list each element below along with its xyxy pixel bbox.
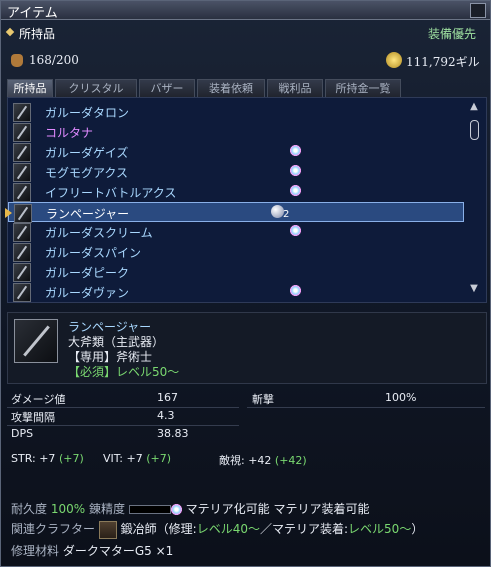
item-name: ガルーダスパイン bbox=[45, 246, 142, 260]
list-item[interactable]: ガルーダスパイン bbox=[8, 242, 464, 262]
detail-requirement: 【必須】レベル50～ bbox=[68, 365, 180, 379]
cursor-pointer-icon bbox=[5, 208, 12, 218]
divider bbox=[247, 407, 485, 408]
close-button[interactable] bbox=[470, 3, 486, 18]
materia-icon bbox=[290, 185, 301, 196]
list-item[interactable]: イフリートバトルアクス bbox=[8, 182, 464, 202]
inventory-label: 所持品 bbox=[19, 27, 56, 41]
item-footer: 耐久度 100% 錬精度 マテリア化可能 マテリア装着可能 関連クラフター 鍛冶… bbox=[7, 496, 485, 564]
tab-inventory[interactable]: 所持品 bbox=[7, 79, 53, 97]
divider bbox=[7, 425, 239, 426]
materia-icon bbox=[290, 285, 301, 296]
bonus-str: STR: +7 (+7) bbox=[11, 452, 84, 465]
materia-meld: マテリア装着可能 bbox=[273, 502, 370, 516]
item-icon bbox=[13, 223, 31, 242]
item-detail: ランページャー 大斧類（主武器） 【専用】斧術士 【必須】レベル50～ bbox=[7, 312, 487, 384]
count-bar: 168/200 111,792ギル bbox=[1, 51, 490, 71]
scroll-thumb[interactable] bbox=[470, 120, 479, 140]
delay-value: 4.3 bbox=[157, 409, 175, 422]
item-icon bbox=[13, 103, 31, 122]
durability-line: 耐久度 100% 錬精度 マテリア化可能 マテリア装着可能 bbox=[11, 502, 370, 516]
sort-button[interactable]: 装備優先 bbox=[428, 25, 476, 42]
diamond-icon bbox=[5, 27, 15, 37]
list-item[interactable]: ガルーダスクリーム bbox=[8, 222, 464, 242]
item-name: コルタナ bbox=[45, 126, 94, 140]
materia-icon bbox=[290, 225, 301, 236]
list-item[interactable]: ガルーダゲイズ bbox=[8, 142, 464, 162]
item-icon bbox=[13, 143, 31, 162]
bonus-enmity: 敵視: +42 (+42) bbox=[219, 454, 307, 467]
gil-icon bbox=[386, 52, 402, 68]
item-icon bbox=[13, 243, 31, 262]
dps-value: 38.83 bbox=[157, 427, 189, 440]
item-icon bbox=[14, 204, 32, 223]
tab-bazaar[interactable]: バザー bbox=[139, 79, 195, 97]
item-name: ガルーダゲイズ bbox=[45, 146, 129, 160]
spiritbond-icon bbox=[170, 504, 182, 515]
item-icon bbox=[13, 263, 31, 282]
item-name: ランページャー bbox=[46, 207, 130, 221]
tab-bar: 所持品 クリスタル バザー 装着依頼 戦利品 所持金一覧 bbox=[7, 79, 485, 97]
bag-icon bbox=[11, 54, 23, 67]
damage-value: 167 bbox=[157, 391, 178, 404]
item-window: アイテム 所持品 装備優先 168/200 111,792ギル 所持品 クリスタ… bbox=[0, 0, 491, 567]
item-count: 168/200 bbox=[29, 53, 79, 67]
tab-loot[interactable]: 戦利品 bbox=[267, 79, 323, 97]
item-icon bbox=[13, 183, 31, 202]
crafter-line: 関連クラフター 鍛冶師（修理:レベル40～／マテリア装着:レベル50～） bbox=[11, 520, 423, 539]
tab-currency[interactable]: 所持金一覧 bbox=[325, 79, 401, 97]
tab-crystals[interactable]: クリスタル bbox=[55, 79, 137, 97]
repair-line: 修理材料 ダークマターG5 ×1 bbox=[11, 544, 174, 558]
list-item-selected[interactable]: ランページャー 2 bbox=[5, 202, 464, 223]
scrollbar[interactable]: ▲ ▼ bbox=[468, 102, 480, 296]
tab-attach-request[interactable]: 装着依頼 bbox=[197, 79, 265, 97]
repair-material: ダークマターG5 ×1 bbox=[62, 544, 174, 558]
item-list: ガルーダタロン コルタナ ガルーダゲイズ モグモグアクス イフリートバトルアクス… bbox=[5, 97, 487, 303]
dps-label: DPS bbox=[11, 427, 34, 440]
item-name: ガルーダヴァン bbox=[45, 286, 130, 300]
item-icon bbox=[13, 123, 31, 142]
gil-amount: 111,792ギル bbox=[406, 55, 480, 69]
stats-table: ダメージ値 167 斬撃 100% 攻撃間隔 4.3 DPS 38.83 bbox=[7, 389, 485, 443]
item-name: ガルーダピーク bbox=[45, 266, 130, 280]
item-icon bbox=[13, 163, 31, 182]
materia-convert: マテリア化可能 bbox=[185, 502, 270, 516]
item-name: ガルーダタロン bbox=[45, 106, 130, 120]
divider bbox=[7, 407, 239, 408]
spiritbond-bar bbox=[128, 505, 171, 514]
list-item[interactable]: ガルーダピーク bbox=[8, 262, 464, 282]
bonus-stats: STR: +7 (+7) VIT: +7 (+7) 敵視: +42 (+42) bbox=[7, 448, 485, 468]
bonus-vit: VIT: +7 (+7) bbox=[103, 452, 172, 465]
slash-value: 100% bbox=[385, 391, 417, 404]
durability-value: 100% bbox=[50, 502, 86, 516]
materia-icon bbox=[290, 145, 301, 156]
list-item[interactable]: モグモグアクス bbox=[8, 162, 464, 182]
materia-icon bbox=[290, 165, 301, 176]
scroll-down-icon[interactable]: ▼ bbox=[468, 284, 480, 294]
list-item[interactable]: ガルーダタロン bbox=[8, 102, 464, 122]
list-item[interactable]: ガルーダヴァン bbox=[8, 282, 464, 302]
item-name: ガルーダスクリーム bbox=[45, 226, 153, 240]
item-name: モグモグアクス bbox=[45, 166, 129, 180]
slash-label: 斬撃 bbox=[252, 393, 274, 406]
inventory-header: 所持品 装備優先 bbox=[1, 21, 490, 43]
item-name: イフリートバトルアクス bbox=[45, 186, 177, 200]
list-item[interactable]: コルタナ bbox=[8, 122, 464, 142]
title-bar[interactable]: アイテム bbox=[1, 1, 490, 21]
window-title: アイテム bbox=[7, 6, 58, 21]
item-icon bbox=[13, 283, 31, 302]
delay-label: 攻撃間隔 bbox=[11, 411, 55, 424]
scroll-up-icon[interactable]: ▲ bbox=[468, 102, 480, 112]
orb-count: 2 bbox=[283, 209, 290, 220]
axe-icon bbox=[14, 319, 58, 363]
blacksmith-icon bbox=[98, 520, 117, 539]
damage-label: ダメージ値 bbox=[11, 393, 66, 406]
